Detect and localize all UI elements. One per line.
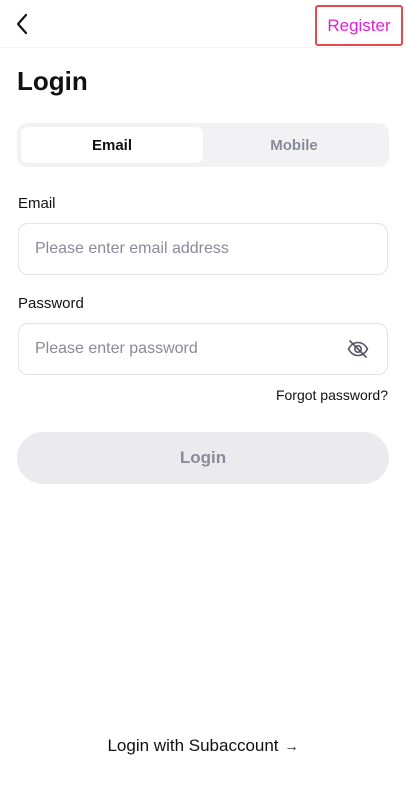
email-label: Email [18,195,56,212]
arrow-right-icon: → [284,738,299,754]
top-bar: Register [0,0,406,48]
eye-off-icon [347,340,369,358]
password-input[interactable] [35,340,345,358]
email-input-box [18,223,388,275]
subaccount-label: Login with Subaccount [107,736,279,755]
toggle-password-visibility-button[interactable] [345,336,371,362]
register-button[interactable]: Register [315,5,403,46]
register-label: Register [327,15,391,35]
tab-email[interactable]: Email [21,127,203,163]
password-label: Password [18,295,84,312]
forgot-password-link[interactable]: Forgot password? [276,387,388,403]
login-button-label: Login [179,448,227,467]
page-title: Login [17,66,88,96]
tab-mobile[interactable]: Mobile [203,127,385,163]
login-method-tabs: Email Mobile [17,123,389,167]
login-button[interactable]: Login [17,432,389,484]
password-input-box [18,323,388,375]
chevron-left-icon [16,13,28,35]
back-button[interactable] [10,10,34,38]
login-with-subaccount-link[interactable]: Login with Subaccount → [0,736,406,756]
login-screen: Register Login Email Mobile Email Passwo… [0,0,406,800]
email-input[interactable] [35,240,371,258]
